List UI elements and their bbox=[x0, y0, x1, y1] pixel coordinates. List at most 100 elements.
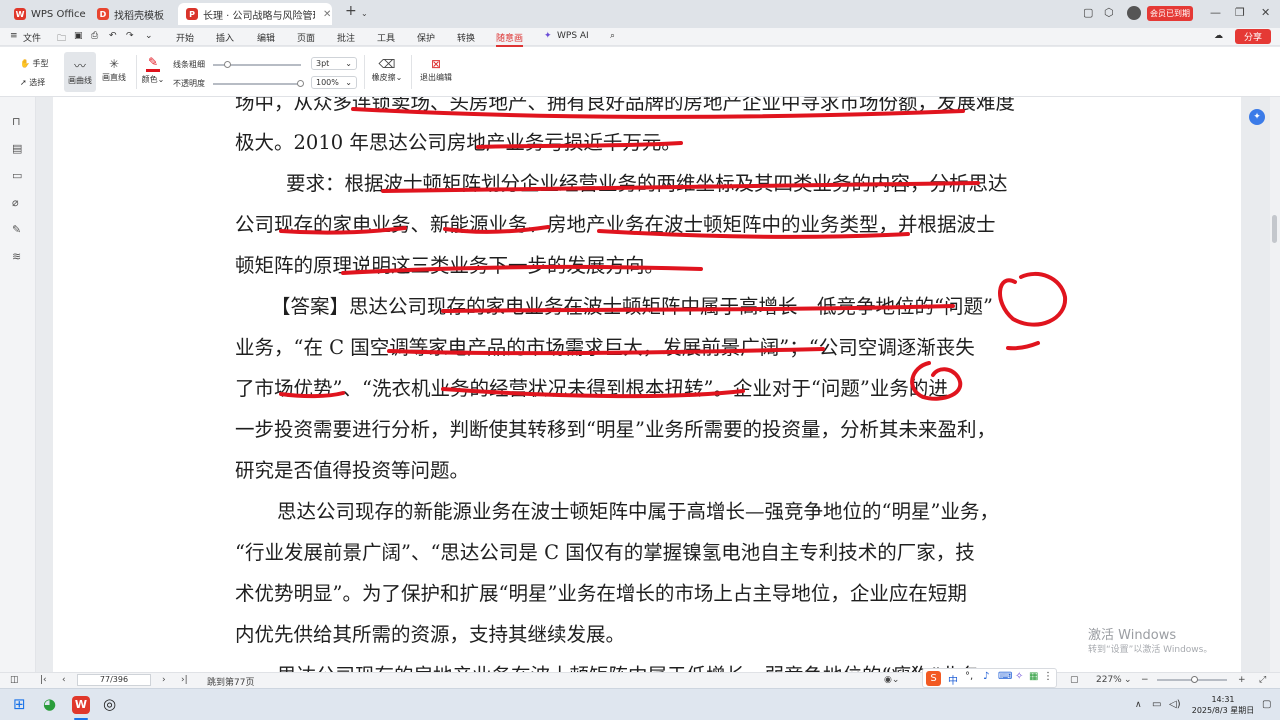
tab-wps-office[interactable]: W WPS Office bbox=[6, 3, 86, 25]
hand-tool-button[interactable]: ✋ 手型 bbox=[20, 58, 49, 69]
sogou-ime-icon[interactable]: S bbox=[926, 671, 941, 686]
eye-icon[interactable]: ◉⌄ bbox=[884, 675, 899, 685]
ai-assistant-icon[interactable]: ✦ bbox=[1249, 109, 1265, 125]
last-page-icon[interactable]: ›| bbox=[181, 675, 188, 685]
prev-page-icon[interactable]: ‹ bbox=[62, 675, 66, 685]
thickness-slider-knob[interactable] bbox=[224, 61, 231, 68]
menu-start[interactable]: 开始 bbox=[176, 31, 194, 44]
settings-icon[interactable]: ⬡ bbox=[1104, 6, 1114, 19]
zoom-slider-knob[interactable] bbox=[1191, 676, 1198, 683]
opacity-select[interactable]: 100% ⌄ bbox=[311, 76, 357, 89]
minimize-icon[interactable]: — bbox=[1210, 6, 1221, 19]
volume-icon[interactable]: ◁) bbox=[1169, 699, 1181, 710]
menu-insert[interactable]: 插入 bbox=[216, 31, 234, 44]
tab-current-document[interactable]: P 长理 · 公司战略与风险管理教 ✕ bbox=[178, 3, 332, 25]
save-icon[interactable]: ▣ bbox=[74, 31, 83, 41]
print-icon[interactable]: ⎙ bbox=[91, 31, 98, 41]
undo-icon[interactable]: ↶ bbox=[109, 31, 117, 41]
taskbar-clock[interactable]: 14:31 2025/8/3 星期日 bbox=[1188, 694, 1258, 716]
sidebar-toggle-icon[interactable]: ◫ bbox=[10, 675, 19, 685]
new-tab-button[interactable]: + bbox=[345, 3, 357, 19]
microphone-icon[interactable]: ♪ bbox=[983, 671, 989, 682]
menu-convert[interactable]: 转换 bbox=[457, 31, 475, 44]
ink-stroke bbox=[443, 225, 550, 234]
member-status-badge[interactable]: 会员已到期 bbox=[1147, 6, 1193, 21]
curve-label: 画曲线 bbox=[68, 76, 92, 85]
document-page[interactable]: 场中，从众多连锁卖场、头房地产、拥有良好品牌的房地产企业中寻求市场份额，发展难度… bbox=[53, 97, 1241, 672]
document-viewport[interactable]: 场中，从众多连锁卖场、头房地产、拥有良好品牌的房地产企业中寻求市场份额，发展难度… bbox=[36, 97, 1270, 672]
edge-browser-icon[interactable]: ◕ bbox=[43, 695, 56, 713]
chevron-down-icon[interactable]: ⌄ bbox=[1124, 675, 1132, 685]
comment-icon[interactable]: ▭ bbox=[12, 169, 22, 182]
signature-icon[interactable]: ✎ bbox=[12, 223, 21, 236]
draw-line-button[interactable]: ✳ 画直线 bbox=[99, 57, 129, 83]
menu-freehand-draw[interactable]: 随意画 bbox=[496, 31, 524, 47]
select-tool-button[interactable]: ➚ 选择 bbox=[20, 77, 45, 88]
wps-logo-icon: W bbox=[14, 8, 26, 20]
search-icon[interactable]: ⌕ bbox=[610, 31, 615, 41]
tray-chevron-icon[interactable]: ∧ bbox=[1135, 700, 1142, 710]
menu-wps-ai[interactable]: WPS AI bbox=[557, 31, 589, 41]
menu-annotate[interactable]: 批注 bbox=[337, 31, 355, 44]
vertical-scrollbar[interactable] bbox=[1270, 97, 1280, 672]
chevron-down-icon[interactable]: ⌄ bbox=[145, 31, 153, 41]
share-button[interactable]: 分享 bbox=[1235, 29, 1271, 44]
restore-icon[interactable]: ❐ bbox=[1235, 6, 1245, 19]
windows-start-icon[interactable]: ⊞ bbox=[13, 695, 26, 713]
redo-icon[interactable]: ↷ bbox=[126, 31, 134, 41]
opacity-label: 不透明度 bbox=[173, 79, 205, 88]
wps-taskbar-icon[interactable]: W bbox=[72, 696, 90, 714]
page-view-icon[interactable]: ▢ bbox=[1070, 675, 1079, 685]
open-icon[interactable]: 🗀 bbox=[57, 31, 66, 47]
toolbox-icon[interactable]: ▦ bbox=[1029, 671, 1038, 682]
close-icon[interactable]: ✕ bbox=[323, 9, 331, 20]
exit-edit-button[interactable]: ⊠ 退出编辑 bbox=[417, 57, 455, 83]
opacity-slider-knob[interactable] bbox=[297, 80, 304, 87]
thumbnail-icon[interactable]: ▤ bbox=[12, 142, 22, 155]
window-layout-icon[interactable]: ▢ bbox=[1083, 6, 1093, 19]
eraser-button[interactable]: ⌫ 橡皮擦⌄ bbox=[370, 57, 404, 83]
next-page-icon[interactable]: › bbox=[162, 675, 166, 685]
first-page-icon[interactable]: |‹ bbox=[40, 675, 47, 685]
title-tab-bar: W WPS Office D 找稻壳模板 P 长理 · 公司战略与风险管理教 ✕… bbox=[0, 0, 1280, 28]
clock-date: 2025/8/3 星期日 bbox=[1191, 706, 1255, 715]
menu-page[interactable]: 页面 bbox=[297, 31, 315, 44]
punctuation-icon[interactable]: °, bbox=[965, 671, 973, 682]
goto-page-label[interactable]: 跳到第77页 bbox=[207, 675, 254, 688]
menu-file[interactable]: 文件 bbox=[23, 31, 41, 44]
zoom-out-icon[interactable]: − bbox=[1141, 675, 1149, 685]
tab-docer[interactable]: D 找稻壳模板 bbox=[89, 3, 175, 25]
chevron-down-icon[interactable]: ⌄ bbox=[361, 9, 368, 18]
menu-edit[interactable]: 编辑 bbox=[257, 31, 275, 44]
attachment-icon[interactable]: ⌀ bbox=[12, 196, 19, 209]
more-icon[interactable]: ⋮ bbox=[1043, 671, 1053, 682]
bookmark-icon[interactable]: ⊓ bbox=[12, 115, 21, 128]
zoom-value[interactable]: 227% bbox=[1096, 675, 1122, 685]
network-icon[interactable]: ▭ bbox=[1152, 699, 1161, 710]
ink-stroke bbox=[381, 181, 980, 193]
thickness-select[interactable]: 3pt ⌄ bbox=[311, 57, 357, 70]
fit-window-icon[interactable]: ⤢ bbox=[1259, 675, 1266, 685]
draw-curve-button[interactable]: 〰画曲线 bbox=[64, 52, 96, 92]
scrollbar-thumb[interactable] bbox=[1272, 215, 1277, 243]
cloud-sync-icon[interactable]: ☁ bbox=[1214, 31, 1223, 41]
cursor-icon: ➚ bbox=[20, 78, 27, 87]
hamburger-icon[interactable]: ≡ bbox=[10, 31, 18, 41]
notification-icon[interactable]: ▢ bbox=[1262, 699, 1271, 710]
keyboard-icon[interactable]: ⌨ bbox=[998, 671, 1012, 682]
ime-mode-label[interactable]: 中 bbox=[948, 672, 958, 687]
skin-icon[interactable]: ✧ bbox=[1015, 671, 1023, 682]
layers-icon[interactable]: ≋ bbox=[12, 250, 21, 263]
opacity-slider[interactable] bbox=[213, 83, 301, 85]
menu-tools[interactable]: 工具 bbox=[377, 31, 395, 44]
avatar[interactable] bbox=[1127, 6, 1141, 20]
zoom-in-icon[interactable]: + bbox=[1238, 675, 1246, 685]
page-number-input[interactable]: 77/396 bbox=[77, 674, 151, 686]
menu-protect[interactable]: 保护 bbox=[417, 31, 435, 44]
obs-icon[interactable]: ◎ bbox=[103, 695, 116, 713]
close-window-icon[interactable]: ✕ bbox=[1261, 6, 1270, 19]
ink-stroke bbox=[387, 347, 825, 356]
ink-stroke bbox=[351, 107, 965, 119]
color-picker-button[interactable]: ✎ 颜色⌄ bbox=[141, 55, 165, 85]
ink-stroke bbox=[279, 226, 407, 235]
